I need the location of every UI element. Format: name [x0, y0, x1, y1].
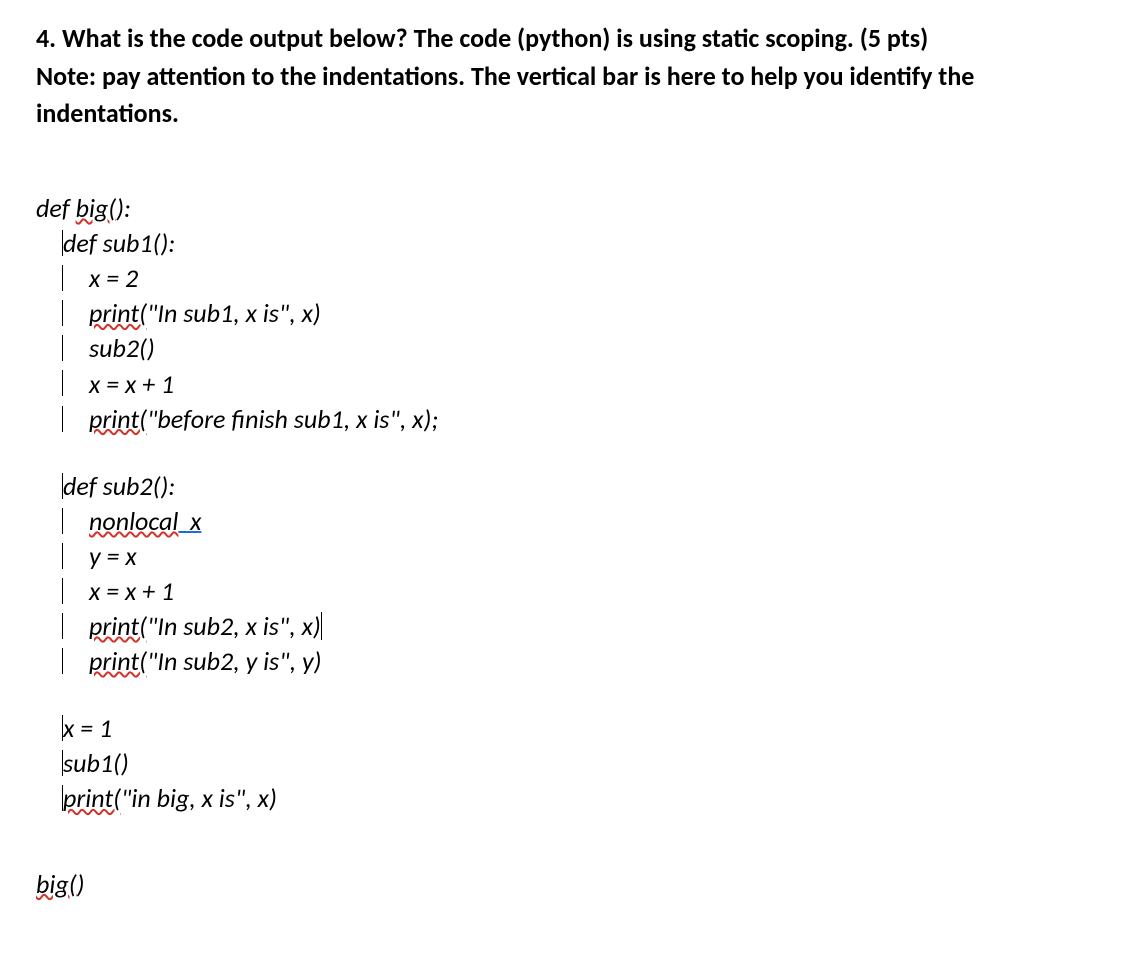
question-line-2: Note: pay attention to the indentations.…	[36, 58, 1106, 96]
blank-line	[36, 817, 1106, 867]
print-args: "in big, x is", x)	[121, 782, 277, 814]
code-line-sub2-print2: print("In sub2, y is", y)	[36, 644, 1106, 679]
big-assign: x = 1	[63, 712, 112, 744]
code-line-sub1-inc: x = x + 1	[36, 367, 1106, 402]
code-line-sub2-inc: x = x + 1	[36, 574, 1106, 609]
print-kw: print(	[89, 645, 147, 677]
page-root: 4. What is the code output below? The co…	[0, 0, 1142, 922]
code-line-def-sub2: def sub2():	[36, 469, 1106, 504]
code-line-big-call-sub1: sub1()	[36, 746, 1106, 781]
paren-colon: ):	[116, 192, 131, 224]
sub1-inc: x = x + 1	[89, 368, 174, 400]
sub2-inc: x = x + 1	[89, 575, 174, 607]
code-line-big-print: print("in big, x is", x)	[36, 781, 1106, 816]
code-line-sub1-print1: print("In sub1, x is", x)	[36, 296, 1106, 331]
question-line-1: 4. What is the code output below? The co…	[36, 20, 1106, 58]
fn-big: big(	[76, 192, 117, 224]
text-cursor	[321, 612, 322, 641]
call-big: big(	[36, 868, 77, 900]
code-block: def big(): def sub1(): x = 2 print("In s…	[36, 191, 1106, 902]
print-kw: print(	[89, 297, 147, 329]
question-line-3: indentations.	[36, 95, 1106, 133]
sub1-assign: x = 2	[89, 262, 138, 294]
code-line-def-sub1: def sub1():	[36, 226, 1106, 261]
print-args: "In sub2, y is", y)	[147, 645, 322, 677]
call-big-paren: )	[77, 868, 85, 900]
code-line-sub1-x2: x = 2	[36, 261, 1106, 296]
def-sub2: def sub2():	[63, 470, 175, 502]
print-kw: print(	[89, 610, 147, 642]
code-line-big-x1: x = 1	[36, 711, 1106, 746]
print-args: "before finish sub1, x is", x);	[147, 403, 438, 435]
code-line-sub1-call-sub2: sub2()	[36, 331, 1106, 366]
print-kw: print(	[89, 403, 147, 435]
code-line-sub2-nonlocal: nonlocal x	[36, 504, 1106, 539]
code-line-sub2-yx: y = x	[36, 539, 1106, 574]
code-line-sub1-print2: print("before finish sub1, x is", x);	[36, 402, 1106, 437]
nonlocal-var: x	[178, 505, 201, 537]
kw-def: def	[36, 192, 76, 224]
blank-line	[36, 437, 1106, 469]
nonlocal-kw: nonlocal	[89, 505, 178, 537]
print-kw: print(	[63, 782, 121, 814]
print-args: "In sub1, x is", x)	[147, 297, 321, 329]
code-line-sub2-print1: print("In sub2, x is", x)	[36, 609, 1106, 644]
code-line-def-big: def big():	[36, 191, 1106, 226]
sub2-assign-y: y = x	[89, 540, 137, 572]
call-sub1: sub1()	[63, 747, 129, 779]
print-args: "In sub2, x is", x)	[147, 610, 321, 642]
def-sub1: def sub1():	[63, 227, 175, 259]
code-line-call-big: big()	[36, 867, 1106, 902]
question-text: 4. What is the code output below? The co…	[36, 20, 1106, 133]
call-sub2: sub2()	[89, 332, 155, 364]
blank-line	[36, 679, 1106, 711]
